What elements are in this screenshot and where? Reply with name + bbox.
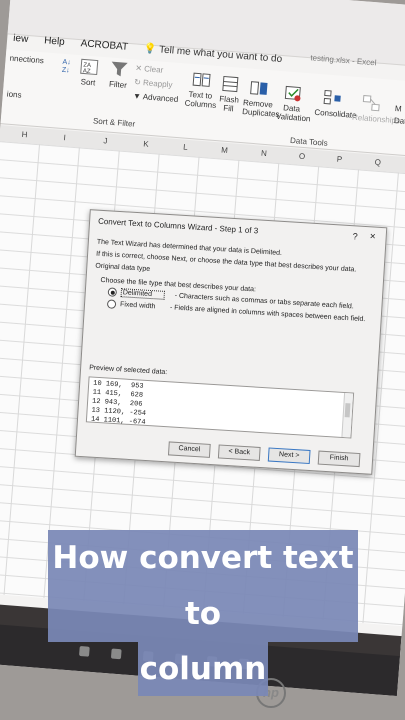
- column-header[interactable]: P: [336, 155, 342, 164]
- consolidate-button[interactable]: Consolidate: [314, 88, 357, 120]
- flash-fill-icon: [222, 75, 239, 93]
- column-header[interactable]: Q: [374, 158, 381, 167]
- remove-duplicates-button[interactable]: Remove Duplicates: [242, 78, 280, 119]
- cancel-button[interactable]: Cancel: [167, 441, 211, 458]
- clear-label: Clear: [143, 64, 164, 75]
- back-button[interactable]: < Back: [217, 444, 261, 461]
- svg-text:A↓: A↓: [62, 59, 71, 67]
- caption-line-2: column: [138, 642, 268, 696]
- column-header[interactable]: K: [143, 139, 149, 148]
- reapply-label: Reapply: [142, 78, 173, 90]
- column-header[interactable]: J: [103, 136, 108, 145]
- column-header[interactable]: H: [21, 130, 27, 139]
- filter-label: Filter: [108, 79, 128, 90]
- flash-fill-button[interactable]: Flash Fill: [216, 74, 243, 114]
- ions-label: ions: [6, 89, 22, 100]
- menu-view[interactable]: iew: [13, 32, 29, 44]
- data-validation-label: Data Validation: [275, 103, 311, 124]
- svg-text:AZ: AZ: [83, 68, 91, 75]
- preview-label: Preview of selected data:: [88, 364, 168, 377]
- filter-button[interactable]: Filter: [108, 60, 130, 90]
- menu-help[interactable]: Help: [44, 35, 65, 48]
- advanced-label: Advanced: [142, 92, 179, 104]
- delimited-radio[interactable]: [107, 287, 118, 297]
- remove-duplicates-label: Remove Duplicates: [241, 98, 280, 119]
- menu-acrobat[interactable]: ACROBAT: [80, 38, 128, 53]
- svg-text:Z↓: Z↓: [62, 67, 70, 75]
- sort-label: Sort: [80, 77, 96, 88]
- delimited-label: Delimited: [120, 288, 165, 300]
- relationships-icon: [362, 95, 380, 112]
- connections-label[interactable]: nnections: [9, 54, 44, 66]
- sort-filter-group-label: Sort & Filter: [92, 116, 136, 129]
- remove-duplicates-icon: [250, 81, 268, 95]
- advanced-button[interactable]: ▼ Advanced: [133, 91, 179, 104]
- column-header[interactable]: L: [183, 143, 188, 152]
- reapply-button[interactable]: ↻ Reapply: [134, 77, 173, 89]
- tell-me-label: Tell me what you want to do: [158, 43, 283, 65]
- help-icon[interactable]: ?: [352, 231, 358, 241]
- data-tools-group-label: Data Tools: [289, 135, 328, 148]
- funnel-icon: [111, 61, 128, 77]
- text-to-columns-icon: [192, 72, 211, 87]
- ribbon-m-label: M: [394, 104, 402, 114]
- lightbulb-icon: 💡: [143, 42, 157, 55]
- text-to-columns-wizard-dialog: Convert Text to Columns Wizard - Step 1 …: [74, 209, 388, 475]
- sort-button[interactable]: ZA AZ Sort: [78, 57, 100, 87]
- finish-button[interactable]: Finish: [317, 450, 361, 468]
- data-validation-button[interactable]: Data Validation: [275, 83, 311, 124]
- column-header[interactable]: N: [261, 149, 267, 158]
- fixed-width-radio[interactable]: [106, 299, 117, 309]
- close-icon[interactable]: ×: [370, 231, 377, 242]
- dialog-buttons: Cancel < Back Next > Finish: [167, 441, 361, 468]
- video-caption: How convert text to column: [48, 530, 358, 696]
- original-data-type-heading: Original data type: [95, 262, 151, 273]
- fixed-width-label: Fixed width: [119, 301, 156, 311]
- scrollbar-thumb[interactable]: [344, 403, 351, 418]
- relationships-button[interactable]: Relationships: [352, 93, 400, 125]
- sort-dialog-icon: ZAAZ: [80, 58, 99, 76]
- caption-line-1: How convert text to: [48, 530, 358, 642]
- flash-fill-label: Flash Fill: [219, 94, 240, 114]
- data-validation-icon: [284, 85, 301, 102]
- clear-button[interactable]: ✕ Clear: [135, 64, 164, 75]
- column-header[interactable]: I: [63, 133, 66, 142]
- text-to-columns-button[interactable]: Text to Columns: [184, 70, 217, 110]
- data-preview-box[interactable]: 10 169, 953 11 415, 628 12 943, 206 13 1…: [85, 376, 355, 439]
- column-header[interactable]: O: [299, 152, 306, 161]
- preview-scrollbar[interactable]: [341, 392, 354, 438]
- consolidate-label: Consolidate: [314, 107, 357, 121]
- dialog-title: Convert Text to Columns Wizard - Step 1 …: [97, 216, 259, 236]
- consolidate-icon: [323, 89, 341, 105]
- column-header[interactable]: M: [221, 146, 228, 155]
- text-to-columns-label: Text to Columns: [184, 89, 217, 110]
- next-button[interactable]: Next >: [267, 447, 311, 465]
- ribbon-data-label: Data: [393, 116, 405, 127]
